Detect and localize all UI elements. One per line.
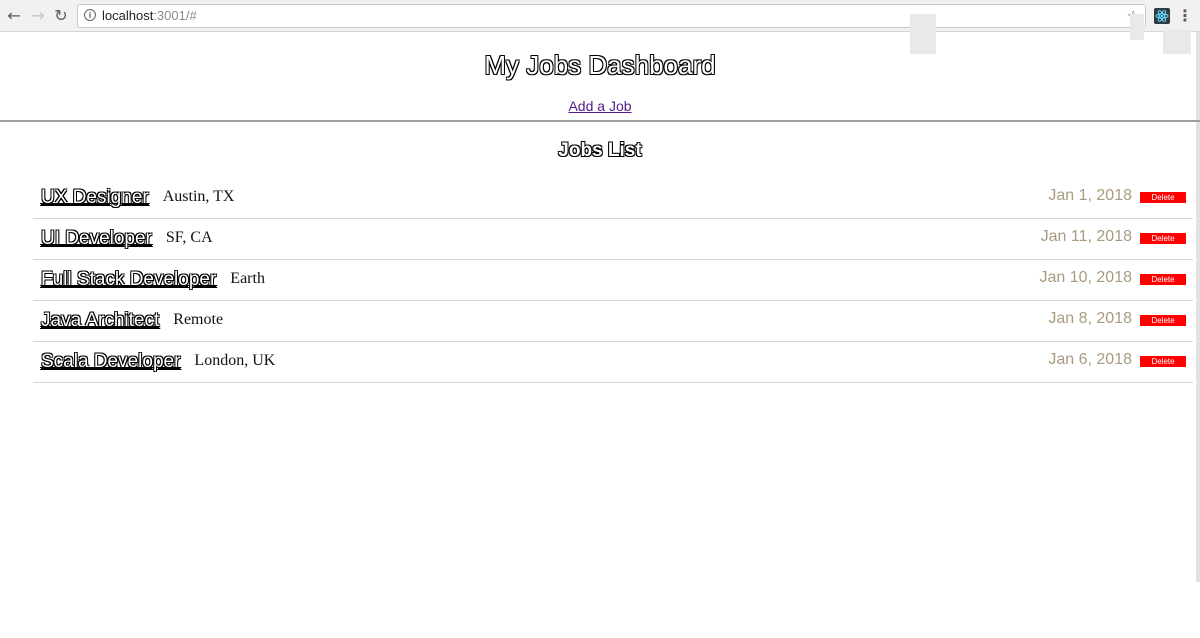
job-row: Java Architect Jan 8, 2018 Delete Remote	[33, 301, 1193, 342]
job-location-wrapper: Remote	[159, 309, 223, 333]
jobs-list: UX Designer Jan 1, 2018 Delete Austin, T…	[33, 178, 1193, 383]
url-host: localhost	[102, 8, 154, 23]
job-date: Jan 1, 2018	[1048, 187, 1132, 204]
job-title-link[interactable]: Full Stack Developer	[41, 268, 216, 292]
page-title: My Jobs Dashboard	[484, 50, 716, 80]
info-icon[interactable]: i	[84, 9, 96, 21]
delete-button[interactable]: Delete	[1140, 315, 1186, 326]
job-date: Jan 11, 2018	[1040, 228, 1132, 245]
job-date: Jan 6, 2018	[1048, 351, 1132, 368]
job-title-link[interactable]: UI Developer	[41, 227, 152, 251]
job-location: London, UK	[194, 352, 276, 369]
browser-toolbar: ← → ↻ i localhost:3001/# ☆ ⋮	[0, 0, 1200, 32]
job-location: Remote	[173, 311, 224, 328]
add-job-link[interactable]: Add a Job	[568, 98, 631, 114]
header-divider	[0, 120, 1200, 122]
delete-button[interactable]: Delete	[1140, 233, 1186, 244]
reload-icon[interactable]: ↻	[51, 6, 71, 26]
job-row: Scala Developer Jan 6, 2018 Delete Londo…	[33, 342, 1193, 383]
job-location-wrapper: Earth	[216, 268, 265, 292]
render-artifact	[1130, 14, 1144, 40]
delete-button[interactable]: Delete	[1140, 274, 1186, 285]
url-rest: :3001/#	[153, 8, 197, 23]
job-title-link[interactable]: Scala Developer	[41, 350, 180, 374]
address-bar[interactable]: i localhost:3001/# ☆	[77, 4, 1146, 28]
add-job-link-wrapper: Add a Job	[0, 96, 1200, 116]
job-date: Jan 10, 2018	[1039, 269, 1132, 286]
job-location-wrapper: London, UK	[180, 350, 275, 374]
jobs-list-title: Jobs List	[558, 140, 642, 161]
back-arrow-icon[interactable]: ←	[4, 6, 24, 26]
job-location-wrapper: SF, CA	[152, 227, 213, 251]
job-location: Earth	[230, 270, 265, 287]
url-text[interactable]: localhost:3001/#	[102, 5, 197, 27]
delete-button[interactable]: Delete	[1140, 192, 1186, 203]
react-devtools-icon[interactable]	[1154, 8, 1170, 24]
delete-button[interactable]: Delete	[1140, 356, 1186, 367]
job-row: UX Designer Jan 1, 2018 Delete Austin, T…	[33, 178, 1193, 219]
forward-arrow-icon[interactable]: →	[28, 6, 48, 26]
job-location-wrapper: Austin, TX	[149, 186, 235, 210]
job-row: Full Stack Developer Jan 10, 2018 Delete…	[33, 260, 1193, 301]
menu-icon[interactable]: ⋮	[1177, 6, 1193, 26]
job-date: Jan 8, 2018	[1048, 310, 1132, 327]
job-title-link[interactable]: Java Architect	[41, 309, 159, 333]
job-location: Austin, TX	[162, 188, 235, 205]
job-row: UI Developer Jan 11, 2018 Delete SF, CA	[33, 219, 1193, 260]
job-title-link[interactable]: UX Designer	[41, 186, 149, 210]
job-location: SF, CA	[165, 229, 213, 246]
